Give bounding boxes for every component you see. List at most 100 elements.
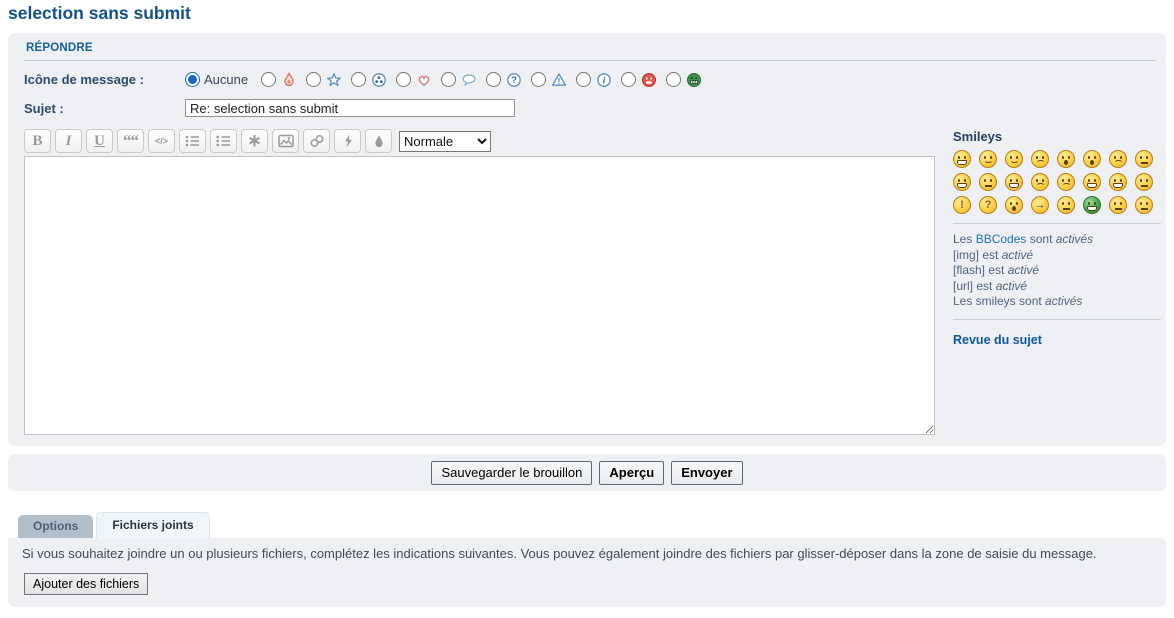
- message-icon-radio-star[interactable]: [306, 72, 321, 87]
- message-icon-option-star[interactable]: [306, 71, 342, 88]
- smiley-cool[interactable]: [1135, 150, 1153, 168]
- green-face-icon: [685, 71, 702, 88]
- smiley-crying[interactable]: [1057, 173, 1075, 191]
- font-colour-button[interactable]: [365, 129, 392, 153]
- list-bullet-button[interactable]: [179, 129, 206, 153]
- smiley-exclaim[interactable]: !: [953, 196, 971, 214]
- message-icon-radio-dots-circle[interactable]: [351, 72, 366, 87]
- message-icon-radio-warning-triangle[interactable]: [531, 72, 546, 87]
- bbcode-status-line: [img] est activé: [953, 248, 1161, 264]
- panel-header: RÉPONDRE: [24, 38, 1156, 61]
- toolbar-buttons: BIU““</> ∗: [24, 129, 392, 153]
- star-icon: [325, 71, 342, 88]
- bold-button[interactable]: B: [24, 129, 51, 153]
- smiley-neutral[interactable]: [1057, 196, 1075, 214]
- message-icon-radio-fire[interactable]: [261, 72, 276, 87]
- message-icon-option-red-face[interactable]: [621, 71, 657, 88]
- editor-main: BIU““</> ∗ Normale: [24, 129, 935, 438]
- tab-options[interactable]: Options: [18, 515, 93, 538]
- smiley-geek[interactable]: [1109, 196, 1127, 214]
- link-button[interactable]: [303, 129, 330, 153]
- smiley-question[interactable]: ?: [979, 196, 997, 214]
- attachments-panel: Si vous souhaitez joindre un ou plusieur…: [8, 538, 1166, 607]
- smiley-shocked[interactable]: [1057, 150, 1075, 168]
- info-circle-icon: i: [595, 71, 612, 88]
- message-icon-radio-question-circle[interactable]: [486, 72, 501, 87]
- smiley-confused[interactable]: [1109, 150, 1127, 168]
- message-icon-radio-speech-bubble[interactable]: [441, 72, 456, 87]
- reply-form-panel: RÉPONDRE Icône de message : Aucune ?!i S…: [8, 33, 1166, 446]
- asterisk-button[interactable]: ∗: [241, 129, 268, 153]
- smiley-very-happy[interactable]: [953, 150, 971, 168]
- list-ordered-button[interactable]: [210, 129, 237, 153]
- font-size-select[interactable]: Normale: [399, 131, 491, 152]
- bbcode-status-line: Les smileys sont activés: [953, 294, 1161, 310]
- message-icon-row: Icône de message : Aucune ?!i: [24, 71, 1156, 88]
- message-icon-radio-info-circle[interactable]: [576, 72, 591, 87]
- message-icon-option-warning-triangle[interactable]: !: [531, 71, 567, 88]
- actions-panel: Sauvegarder le brouillon Aperçu Envoyer: [8, 454, 1166, 491]
- smiley-idea[interactable]: [1005, 196, 1023, 214]
- message-icon-options: Aucune ?! i: [185, 71, 711, 88]
- smiley-grid: !? →: [953, 150, 1161, 214]
- dots-circle-icon: [370, 71, 387, 88]
- subject-input[interactable]: [185, 99, 515, 117]
- bbcode-status-list: Les BBCodes sont activés[img] est activé…: [953, 232, 1161, 310]
- message-icon-option-question-circle[interactable]: ?: [486, 71, 522, 88]
- bbcodes-link[interactable]: BBCodes: [976, 232, 1027, 246]
- smiley-laughing[interactable]: [953, 173, 971, 191]
- heart-icon: [415, 71, 432, 88]
- question-circle-icon: ?: [505, 71, 522, 88]
- smiley-embarrassed[interactable]: [1031, 173, 1049, 191]
- editor-area: BIU““</>∗ Normale Smileys !?→ Les BBCode…: [24, 129, 1156, 438]
- smiley-eek[interactable]: [1083, 150, 1101, 168]
- smiley-arrow[interactable]: →: [1031, 196, 1049, 214]
- fire-icon: [280, 71, 297, 88]
- message-icon-option-dots-circle[interactable]: [351, 71, 387, 88]
- smiley-sad[interactable]: [1031, 150, 1049, 168]
- message-icon-option-heart[interactable]: [396, 71, 432, 88]
- bbcode-status-line: Les BBCodes sont activés: [953, 232, 1161, 248]
- save-draft-button[interactable]: Sauvegarder le brouillon: [431, 461, 592, 485]
- editor-sidebar: Smileys !? → Les BBCodes sont activés[img…: [953, 129, 1161, 438]
- message-icon-option-info-circle[interactable]: i: [576, 71, 612, 88]
- smiley-ultra-nerd[interactable]: [1135, 196, 1153, 214]
- smiley-mr-green[interactable]: [1083, 196, 1101, 214]
- code-button[interactable]: </>: [148, 129, 175, 153]
- svg-text:i: i: [602, 75, 605, 86]
- preview-button[interactable]: Aperçu: [599, 461, 664, 485]
- message-icon-radio-red-face[interactable]: [621, 72, 636, 87]
- message-icon-radio-green-face[interactable]: [666, 72, 681, 87]
- smiley-mad[interactable]: [979, 173, 997, 191]
- submit-button[interactable]: Envoyer: [671, 461, 742, 485]
- smileys-title: Smileys: [953, 129, 1161, 144]
- attachment-tabs: Options Fichiers joints: [18, 513, 1166, 538]
- message-icon-option-fire[interactable]: [261, 71, 297, 88]
- tab-fichiers-joints[interactable]: Fichiers joints: [96, 512, 209, 538]
- flash-button[interactable]: [334, 129, 361, 153]
- sidebar-divider-bottom: [953, 319, 1161, 320]
- smiley-razz[interactable]: [1005, 173, 1023, 191]
- image-button[interactable]: [272, 129, 299, 153]
- reply-page: selection sans submit RÉPONDRE Icône de …: [0, 3, 1174, 607]
- message-icon-option-green-face[interactable]: [666, 71, 702, 88]
- bbcode-status-line: [flash] est activé: [953, 263, 1161, 279]
- message-icon-radio-none[interactable]: [185, 72, 200, 87]
- quote-button[interactable]: ““: [117, 129, 144, 153]
- smiley-evil[interactable]: [1109, 173, 1127, 191]
- smiley-twisted-evil[interactable]: [1083, 173, 1101, 191]
- svg-text:?: ?: [511, 75, 517, 86]
- smiley-smile[interactable]: [979, 150, 997, 168]
- message-icon-option-none[interactable]: Aucune: [185, 72, 252, 87]
- message-body-textarea[interactable]: [24, 156, 935, 435]
- underline-button[interactable]: U: [86, 129, 113, 153]
- smiley-wink[interactable]: [1005, 150, 1023, 168]
- message-icon-radio-heart[interactable]: [396, 72, 411, 87]
- topic-review-link[interactable]: Revue du sujet: [953, 333, 1042, 347]
- add-files-button[interactable]: Ajouter des fichiers: [24, 573, 148, 595]
- message-icon-option-speech-bubble[interactable]: [441, 71, 477, 88]
- smiley-rolleyes[interactable]: [1135, 173, 1153, 191]
- sidebar-divider-top: [953, 223, 1161, 224]
- italic-button[interactable]: I: [55, 129, 82, 153]
- warning-triangle-icon: !: [550, 71, 567, 88]
